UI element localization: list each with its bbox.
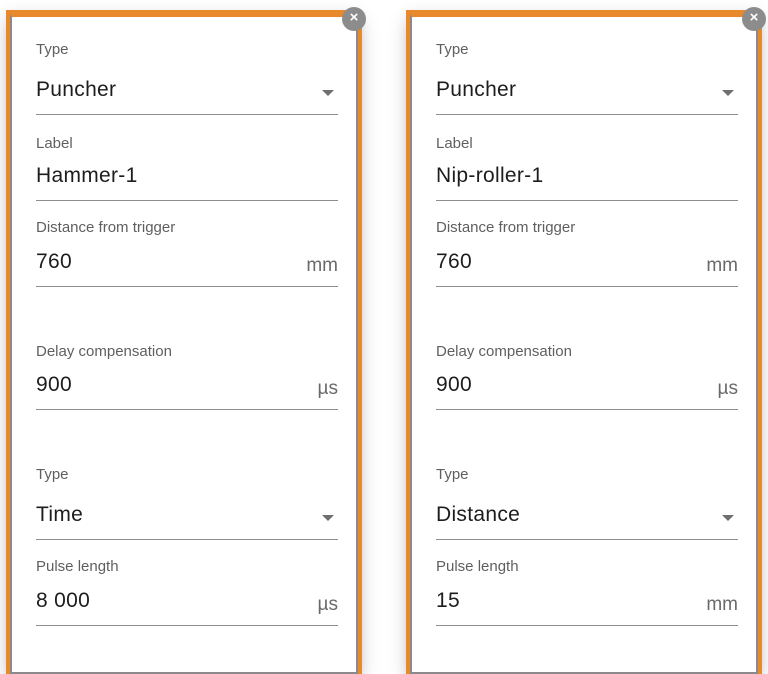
type-value: Puncher [36,78,117,101]
pulse-length-label: Pulse length [436,558,519,575]
label-field-label: Label [436,135,473,152]
pulse-type-value: Distance [436,503,521,526]
pulse-type-label: Type [36,466,69,483]
delay-compensation-field[interactable]: Delay compensation 900 µs [36,343,338,410]
label-field[interactable]: Label Nip-roller-1 [436,135,738,201]
label-field-value: Hammer-1 [36,164,138,187]
pulse-length-unit: µs [317,594,338,615]
pulse-type-select[interactable]: Type Distance [436,466,738,540]
label-field[interactable]: Label Hammer-1 [36,135,338,201]
delay-label: Delay compensation [436,343,572,360]
type-label: Type [436,41,469,58]
distance-label: Distance from trigger [436,219,576,236]
pulse-length-value: 15 [436,589,460,612]
distance-value: 760 [36,250,72,273]
distance-unit: mm [706,255,738,276]
distance-unit: mm [306,255,338,276]
chevron-down-icon[interactable] [722,515,734,521]
label-field-value: Nip-roller-1 [436,164,544,187]
pulse-type-label: Type [436,466,469,483]
delay-value: 900 [436,373,472,396]
chevron-down-icon[interactable] [722,90,734,96]
distance-label: Distance from trigger [36,219,176,236]
delay-unit: µs [317,378,338,399]
close-icon[interactable]: × [342,7,366,31]
delay-value: 900 [36,373,72,396]
label-field-label: Label [36,135,73,152]
pulse-length-label: Pulse length [36,558,119,575]
distance-from-trigger-field[interactable]: Distance from trigger 760 mm [36,219,338,287]
pulse-type-select[interactable]: Type Time [36,466,338,540]
pulse-type-value: Time [36,503,84,526]
chevron-down-icon[interactable] [322,515,334,521]
pulse-length-field[interactable]: Pulse length 15 mm [436,558,738,626]
pulse-length-field[interactable]: Pulse length 8 000 µs [36,558,338,626]
device-panel-hammer: × Type Puncher Label Hammer-1 Distance f… [10,7,366,674]
pulse-length-unit: mm [706,594,738,615]
close-icon[interactable]: × [742,7,766,31]
type-select[interactable]: Type Puncher [436,41,738,115]
pulse-length-value: 8 000 [36,589,91,612]
delay-label: Delay compensation [36,343,172,360]
device-panel-nip-roller: × Type Puncher Label Nip-roller-1 Distan… [410,7,766,674]
delay-unit: µs [717,378,738,399]
distance-from-trigger-field[interactable]: Distance from trigger 760 mm [436,219,738,287]
chevron-down-icon[interactable] [322,90,334,96]
type-select[interactable]: Type Puncher [36,41,338,115]
delay-compensation-field[interactable]: Delay compensation 900 µs [436,343,738,410]
type-value: Puncher [436,78,517,101]
type-label: Type [36,41,69,58]
distance-value: 760 [436,250,472,273]
